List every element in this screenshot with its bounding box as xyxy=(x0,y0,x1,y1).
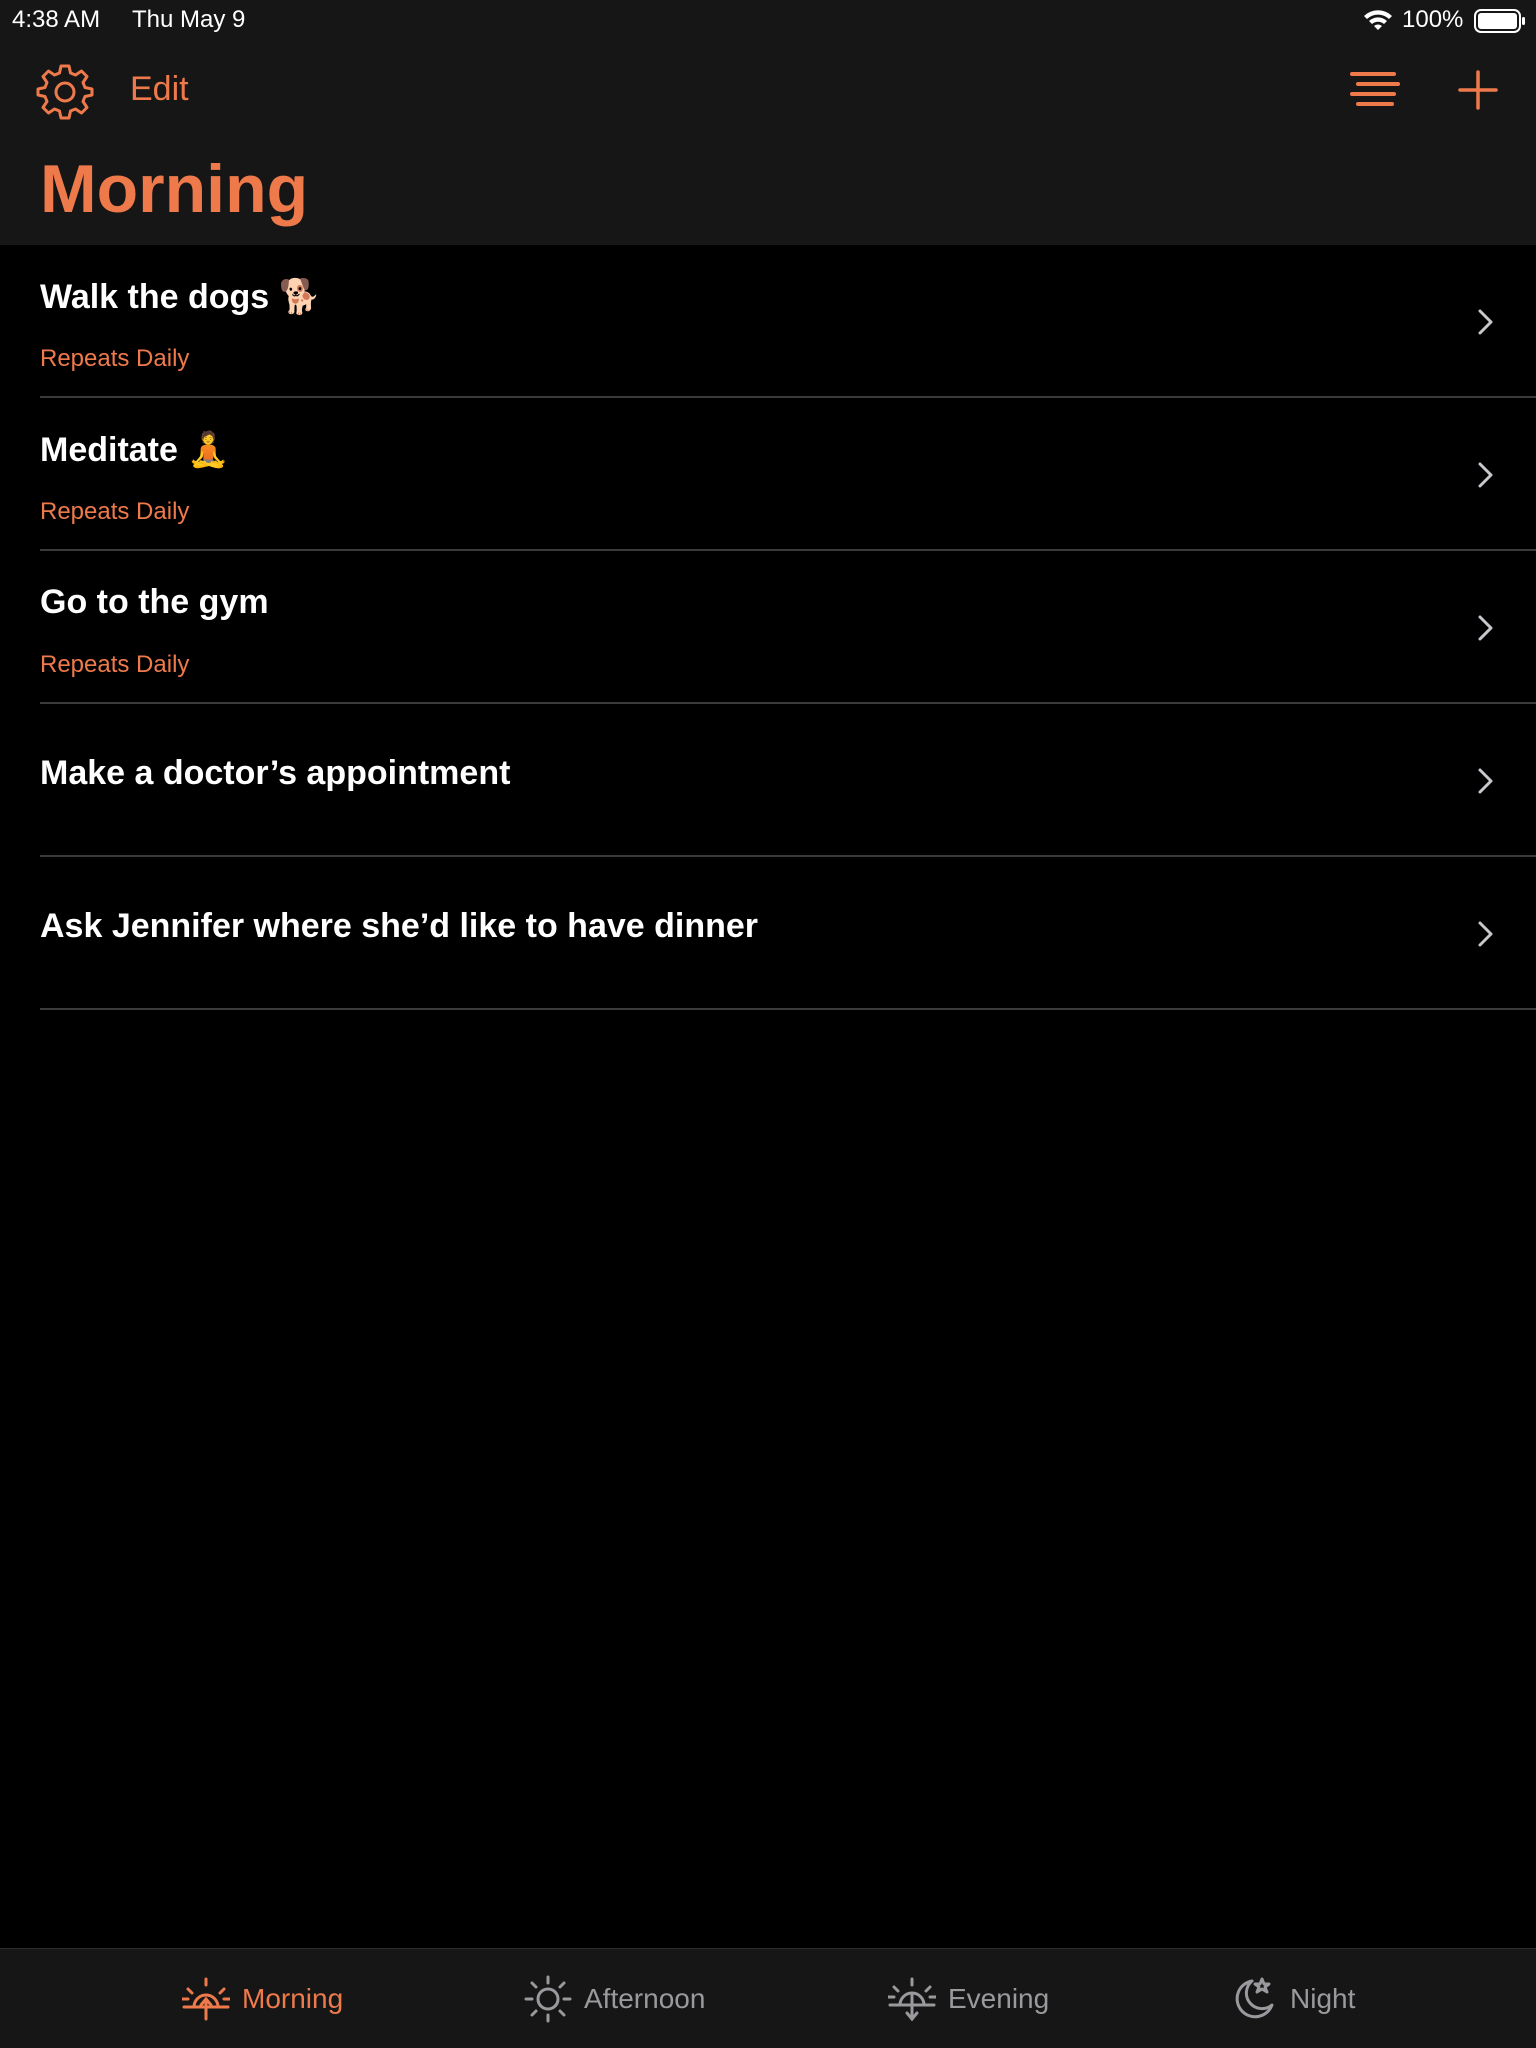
tab-morning[interactable]: Morning xyxy=(182,1949,343,2048)
task-repeat-label: Repeats Daily xyxy=(40,651,190,678)
add-icon[interactable] xyxy=(1456,68,1500,112)
sun-icon xyxy=(524,1975,572,2023)
list-item[interactable]: Ask Jennifer where she’d like to have di… xyxy=(0,857,1536,1010)
chevron-right-icon xyxy=(1478,309,1493,335)
tab-label: Afternoon xyxy=(584,1983,706,2014)
status-time: 4:38 AM xyxy=(12,6,101,33)
task-repeat-label: Repeats Daily xyxy=(40,498,190,525)
task-title: Go to the gym xyxy=(40,583,269,621)
tab-bar: Morning Afternoon Evening Night xyxy=(0,1948,1536,2048)
list-item[interactable]: Walk the dogs 🐕 Repeats Daily xyxy=(0,245,1536,398)
moon-stars-icon xyxy=(1235,1977,1274,2019)
list-item[interactable]: Go to the gym Repeats Daily xyxy=(0,551,1536,704)
chevron-right-icon xyxy=(1478,921,1493,947)
task-title: Ask Jennifer where she’d like to have di… xyxy=(40,907,759,945)
page-title: Morning xyxy=(40,151,309,227)
task-title: Walk the dogs 🐕 xyxy=(40,278,321,316)
tab-afternoon[interactable]: Afternoon xyxy=(524,1949,705,2048)
battery-percentage: 100% xyxy=(1402,6,1464,33)
task-repeat-label: Repeats Daily xyxy=(40,345,190,372)
task-title: Make a doctor’s appointment xyxy=(40,754,511,792)
nav-header: Edit Morning xyxy=(0,40,1536,245)
sunrise-icon xyxy=(182,1977,230,2021)
list-item[interactable]: Make a doctor’s appointment xyxy=(0,704,1536,857)
task-title: Meditate 🧘 xyxy=(40,431,230,469)
battery-icon xyxy=(1474,9,1525,33)
tab-night[interactable]: Night xyxy=(1230,1949,1355,2048)
task-list: Walk the dogs 🐕 Repeats Daily Meditate 🧘… xyxy=(0,245,1536,1010)
status-bar: 4:38 AM Thu May 9 100% xyxy=(0,0,1536,40)
wifi-icon xyxy=(1364,10,1392,30)
tab-evening[interactable]: Evening xyxy=(888,1949,1049,2048)
list-item[interactable]: Meditate 🧘 Repeats Daily xyxy=(0,398,1536,551)
list-icon[interactable] xyxy=(1348,68,1402,114)
status-date: Thu May 9 xyxy=(132,6,246,33)
sunset-icon xyxy=(888,1977,936,2022)
chevron-right-icon xyxy=(1478,768,1493,794)
tab-label: Night xyxy=(1290,1983,1356,2014)
edit-button[interactable]: Edit xyxy=(130,70,189,109)
app-screen: 4:38 AM Thu May 9 100% Edit Morning Walk… xyxy=(0,0,1536,2048)
chevron-right-icon xyxy=(1478,462,1493,488)
chevron-right-icon xyxy=(1478,615,1493,641)
gear-icon[interactable] xyxy=(36,62,94,120)
tab-label: Morning xyxy=(242,1983,344,2014)
tab-label: Evening xyxy=(948,1983,1050,2014)
